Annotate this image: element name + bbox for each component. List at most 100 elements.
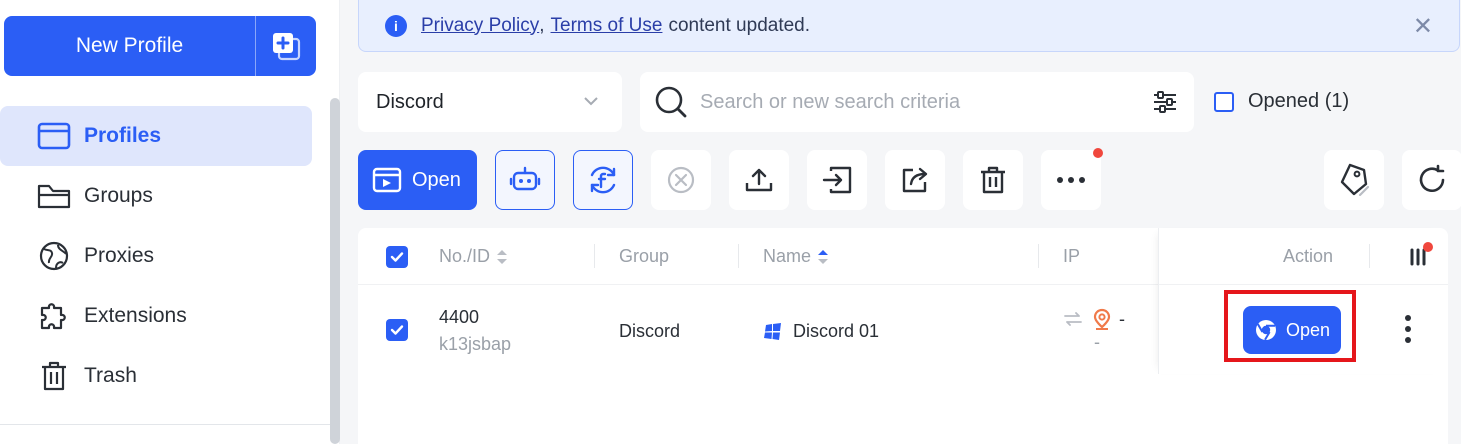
opened-checkbox[interactable]	[1214, 91, 1234, 112]
new-profile-button[interactable]: New Profile	[4, 16, 255, 76]
sidebar-item-proxies[interactable]: Proxies	[0, 226, 312, 286]
column-header-name[interactable]: Name	[763, 246, 829, 267]
ip-location: -	[1094, 332, 1100, 352]
sidebar-scrollbar[interactable]	[330, 98, 340, 444]
check-icon	[390, 252, 404, 262]
notice-banner: i Privacy Policy , Terms of Use content …	[358, 0, 1460, 52]
browser-window-icon	[37, 119, 71, 153]
share-icon	[902, 167, 928, 193]
column-separator	[1038, 244, 1039, 268]
column-header-label: Group	[619, 246, 670, 266]
profile-number: 4400	[439, 307, 480, 327]
profile-ip: -	[1063, 308, 1125, 330]
trash-icon	[37, 359, 71, 393]
refresh-icon	[1419, 164, 1445, 193]
add-copy-icon	[273, 33, 301, 61]
tag-icon	[1340, 163, 1370, 197]
terms-of-use-link[interactable]: Terms of Use	[551, 15, 663, 37]
profile-name-label: Discord 01	[793, 321, 880, 341]
sidebar-item-label: Extensions	[84, 304, 187, 327]
trash-icon	[981, 166, 1005, 194]
sync-facebook-button[interactable]	[573, 150, 633, 210]
column-header-no-id[interactable]: No./ID	[439, 246, 508, 267]
puzzle-icon	[37, 299, 71, 333]
sort-icon	[818, 249, 829, 264]
banner-separator: ,	[539, 14, 545, 36]
search-bar	[640, 72, 1194, 132]
robot-icon	[509, 166, 541, 191]
search-icon	[655, 86, 687, 118]
column-header-label: Name	[763, 246, 812, 266]
privacy-policy-link[interactable]: Privacy Policy	[421, 15, 539, 37]
sidebar-item-label: Profiles	[84, 124, 162, 147]
import-icon	[822, 166, 852, 194]
select-all-checkbox[interactable]	[386, 246, 408, 268]
sidebar-item-trash[interactable]: Trash	[0, 346, 312, 406]
row-checkbox[interactable]	[386, 319, 408, 341]
facebook-sync-icon	[590, 166, 616, 194]
open-selected-button[interactable]: Open	[358, 150, 477, 210]
chevron-down-icon	[584, 97, 598, 106]
refresh-button[interactable]	[1402, 150, 1461, 210]
notification-dot	[1423, 242, 1433, 252]
sort-icon	[497, 249, 508, 264]
open-button-label: Open	[412, 168, 461, 191]
sidebar-item-groups[interactable]: Groups	[0, 166, 312, 226]
filter-settings-icon[interactable]	[1152, 90, 1178, 114]
column-header-label: No./ID	[439, 246, 491, 266]
sidebar-item-label: Groups	[84, 184, 153, 207]
column-header-label: Action	[1283, 246, 1334, 266]
column-header-action: Action	[1283, 246, 1333, 267]
new-profile-button-group: New Profile	[4, 16, 316, 76]
column-header-ip: IP	[1063, 246, 1080, 267]
folder-icon	[37, 179, 71, 213]
group-filter-value: Discord	[376, 90, 444, 113]
opened-filter[interactable]: Opened (1)	[1214, 90, 1349, 113]
check-icon	[390, 325, 404, 335]
notification-dot	[1093, 148, 1103, 158]
upload-icon	[745, 168, 773, 192]
column-settings-button[interactable]	[1409, 242, 1433, 273]
ip-value: -	[1119, 308, 1125, 329]
sidebar-item-profiles[interactable]: Profiles	[0, 106, 312, 166]
close-circle-icon	[667, 166, 695, 194]
upload-button[interactable]	[729, 150, 789, 210]
batch-create-button[interactable]	[256, 16, 316, 76]
sidebar-item-label: Trash	[84, 364, 137, 387]
more-actions-button[interactable]	[1041, 148, 1103, 210]
group-filter-select[interactable]: Discord	[358, 72, 622, 132]
search-input[interactable]	[700, 90, 1130, 114]
row-more-button[interactable]	[1404, 314, 1412, 349]
import-button[interactable]	[807, 150, 867, 210]
info-icon: i	[385, 14, 407, 37]
close-icon[interactable]: ✕	[1413, 12, 1433, 41]
tags-button[interactable]	[1324, 150, 1384, 210]
browser-window-icon	[372, 167, 402, 193]
banner-text: content updated.	[668, 14, 811, 36]
row-open-label: Open	[1285, 319, 1331, 340]
profile-name[interactable]: Discord 01	[763, 321, 879, 342]
column-separator	[594, 244, 595, 268]
chromium-browser-icon	[1255, 320, 1276, 341]
column-header-label: IP	[1063, 246, 1081, 266]
row-open-button[interactable]: Open	[1243, 306, 1341, 354]
column-separator	[738, 244, 739, 268]
column-header-group: Group	[619, 246, 669, 267]
windows-icon	[764, 322, 781, 340]
sidebar-item-extensions[interactable]: Extensions	[0, 286, 312, 346]
location-pin-icon	[1093, 308, 1111, 330]
sidebar: New Profile Profiles Groups Proxies Exte…	[0, 0, 340, 444]
swap-arrows-icon	[1064, 312, 1082, 326]
globe-icon	[37, 239, 71, 273]
automation-bot-button[interactable]	[495, 150, 555, 210]
delete-button[interactable]	[963, 150, 1023, 210]
share-button[interactable]	[885, 150, 945, 210]
sidebar-nav: Profiles Groups Proxies Extensions Trash	[0, 106, 312, 406]
more-vertical-icon	[1405, 315, 1411, 343]
sidebar-item-label: Proxies	[84, 244, 155, 267]
main-content: i Privacy Policy , Terms of Use content …	[340, 0, 1461, 444]
close-profile-button[interactable]	[651, 150, 711, 210]
more-horizontal-icon	[1057, 177, 1085, 183]
profile-group: Discord	[619, 321, 681, 341]
opened-label: Opened (1)	[1248, 90, 1350, 112]
